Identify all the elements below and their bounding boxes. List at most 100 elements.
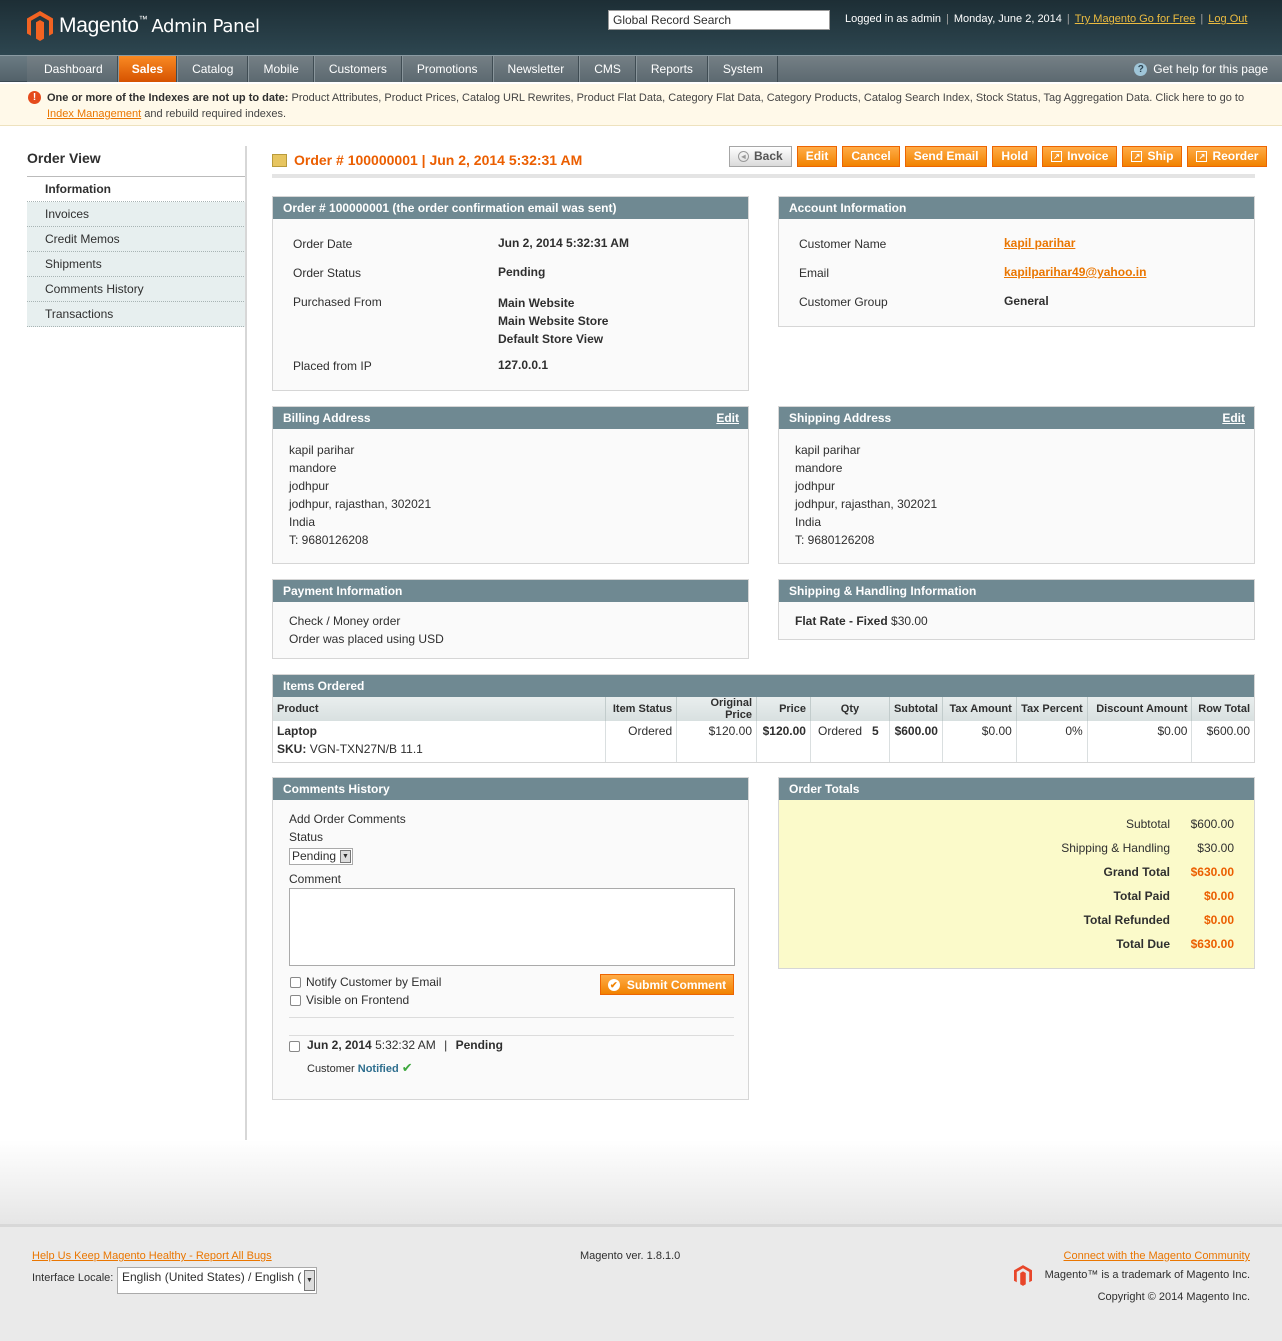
global-search-input[interactable] bbox=[608, 10, 830, 30]
shipping-edit-link[interactable]: Edit bbox=[1222, 407, 1245, 429]
total-due-label: Total Due bbox=[1116, 937, 1170, 951]
edit-button-label: Edit bbox=[805, 149, 829, 163]
order-status-label: Order Status bbox=[293, 266, 362, 280]
reorder-button[interactable]: ↗ Reorder bbox=[1187, 146, 1268, 167]
order-date-label: Order Date bbox=[293, 237, 353, 251]
back-button[interactable]: ◂ Back bbox=[729, 146, 792, 167]
total-refunded-value: $0.00 bbox=[1203, 913, 1234, 927]
customer-label: Customer bbox=[307, 1063, 355, 1075]
billing-address-line: jodhpur bbox=[289, 479, 330, 493]
community-link[interactable]: Connect with the Magento Community bbox=[1064, 1250, 1250, 1262]
notice-tail: and rebuild required indexes. bbox=[141, 108, 287, 120]
reorder-icon: ↗ bbox=[1196, 151, 1208, 162]
tab-credit-memos[interactable]: Credit Memos bbox=[27, 227, 246, 252]
nav-item-cms[interactable]: CMS bbox=[579, 56, 636, 82]
customer-name-link[interactable]: kapil parihar bbox=[1004, 236, 1075, 250]
notify-checkbox[interactable] bbox=[290, 977, 301, 988]
invoice-button[interactable]: ↗ Invoice bbox=[1042, 146, 1118, 167]
send-email-button[interactable]: Send Email bbox=[904, 146, 988, 167]
order-totals-box: Order Totals Subtotal $600.00 Shipping & … bbox=[778, 777, 1255, 969]
nav-item-mobile[interactable]: Mobile bbox=[248, 56, 314, 82]
status-select[interactable]: Pending ▼ bbox=[289, 848, 353, 865]
report-bugs-link[interactable]: Help Us Keep Magento Healthy - Report Al… bbox=[32, 1250, 272, 1262]
billing-edit-link[interactable]: Edit bbox=[716, 407, 739, 429]
subtotal: $600.00 bbox=[889, 721, 943, 762]
locale-select[interactable]: English (United States) / English ( ▼ bbox=[117, 1267, 317, 1294]
payment-head: Payment Information bbox=[273, 580, 748, 602]
cancel-button-label: Cancel bbox=[851, 149, 891, 163]
subtotal-label: Subtotal bbox=[1125, 817, 1170, 831]
comment-entry-checkbox[interactable] bbox=[289, 1041, 300, 1052]
billing-address-box: Billing Address Edit kapil parihar mandore… bbox=[272, 406, 749, 564]
notified-label: Notified bbox=[357, 1063, 399, 1075]
tab-information[interactable]: Information bbox=[27, 177, 246, 202]
grand-total-row: Grand Total $630.00 bbox=[779, 865, 1254, 889]
nav-item-dashboard[interactable]: Dashboard bbox=[27, 56, 118, 82]
nav-item-system[interactable]: System bbox=[707, 56, 778, 82]
items-ordered: Items Ordered Product Item Status Original… bbox=[272, 674, 1255, 763]
visible-checkbox[interactable] bbox=[290, 995, 301, 1006]
total-refunded-row: Total Refunded $0.00 bbox=[779, 913, 1254, 937]
customer-name-label: Customer Name bbox=[799, 237, 887, 251]
nav-item-reports[interactable]: Reports bbox=[635, 56, 708, 82]
tab-shipments[interactable]: Shipments bbox=[27, 252, 246, 277]
account-info-head: Account Information bbox=[779, 197, 1254, 219]
locale-value: English (United States) / English ( bbox=[122, 1270, 302, 1284]
column-header-discount-amount: Discount Amount bbox=[1087, 697, 1193, 721]
payment-method: Check / Money order bbox=[289, 614, 401, 628]
billing-address-line: jodhpur, rajasthan, 302021 bbox=[289, 497, 432, 511]
index-management-link[interactable]: Index Management bbox=[47, 108, 141, 120]
nav-item-promotions[interactable]: Promotions bbox=[401, 56, 493, 82]
nav-item-sales[interactable]: Sales bbox=[117, 56, 178, 82]
shipping-method-head: Shipping & Handling Information bbox=[779, 580, 1254, 602]
ship-button[interactable]: ↗ Ship bbox=[1122, 146, 1183, 167]
email-label: Email bbox=[799, 266, 830, 280]
comment-label: Comment bbox=[289, 872, 342, 886]
shipping-method-box: Shipping & Handling Information Flat Rat… bbox=[778, 579, 1255, 640]
order-info-head: Order # 100000001 (the order confirmatio… bbox=[273, 197, 748, 219]
help-link[interactable]: ? Get help for this page bbox=[1134, 56, 1268, 82]
status-select-value: Pending bbox=[292, 849, 337, 863]
qty-cell: Ordered 5 bbox=[810, 721, 890, 762]
status-label: Status bbox=[289, 830, 324, 844]
edit-button[interactable]: Edit bbox=[796, 146, 838, 167]
cancel-button[interactable]: Cancel bbox=[842, 146, 900, 167]
qty-label: Ordered bbox=[817, 724, 863, 738]
logout-link[interactable]: Log Out bbox=[1208, 13, 1247, 25]
shipping-label: Shipping & Handling bbox=[1061, 841, 1170, 855]
shipping-value: $30.00 bbox=[1197, 841, 1234, 855]
payment-box: Payment Information Check / Money order … bbox=[272, 579, 749, 659]
tax-percent: 0% bbox=[1016, 721, 1088, 762]
nav-item-catalog[interactable]: Catalog bbox=[177, 56, 249, 82]
grand-total-label: Grand Total bbox=[1103, 865, 1170, 879]
tab-transactions[interactable]: Transactions bbox=[27, 302, 246, 327]
copyright-text: Copyright © 2014 Magento Inc. bbox=[1097, 1291, 1250, 1303]
row-total: $600.00 bbox=[1206, 724, 1250, 738]
entry-sep: | bbox=[444, 1038, 448, 1052]
nav-item-newsletter[interactable]: Newsletter bbox=[492, 56, 580, 82]
nav-item-customers[interactable]: Customers bbox=[313, 56, 402, 82]
tax-amount: $0.00 bbox=[942, 721, 1017, 762]
logo[interactable]: Magento™ Admin Panel bbox=[27, 10, 260, 42]
purchased-from: Main Website Main Website Store Default … bbox=[498, 294, 608, 348]
back-arrow-icon: ◂ bbox=[738, 151, 749, 162]
shipping-address-line: T: 9680126208 bbox=[795, 533, 875, 547]
submit-comment-button[interactable]: ✔ Submit Comment bbox=[600, 974, 734, 995]
shipping-address-line: India bbox=[795, 515, 822, 529]
hold-button[interactable]: Hold bbox=[992, 146, 1038, 167]
comment-textarea[interactable] bbox=[289, 888, 735, 966]
check-icon: ✔ bbox=[607, 978, 620, 991]
reorder-button-label: Reorder bbox=[1212, 149, 1259, 163]
notified-check-icon: ✔ bbox=[401, 1060, 413, 1075]
order-date: Jun 2, 2014 5:32:31 AM bbox=[498, 236, 629, 250]
ship-icon: ↗ bbox=[1131, 151, 1143, 162]
customer-email-link[interactable]: kapilparihar49@yahoo.in bbox=[1004, 265, 1146, 279]
tab-invoices[interactable]: Invoices bbox=[27, 202, 246, 227]
billing-address-line: India bbox=[289, 515, 316, 529]
comments-head: Comments History bbox=[273, 778, 748, 800]
column-header-tax-amount: Tax Amount bbox=[942, 697, 1017, 721]
billing-lines: kapil parihar mandore jodhpur jodhpur, raja… bbox=[289, 441, 431, 549]
shipping-head: Shipping Address bbox=[789, 411, 892, 425]
tab-comments-history[interactable]: Comments History bbox=[27, 277, 246, 302]
try-magento-link[interactable]: Try Magento Go for Free bbox=[1075, 13, 1196, 25]
